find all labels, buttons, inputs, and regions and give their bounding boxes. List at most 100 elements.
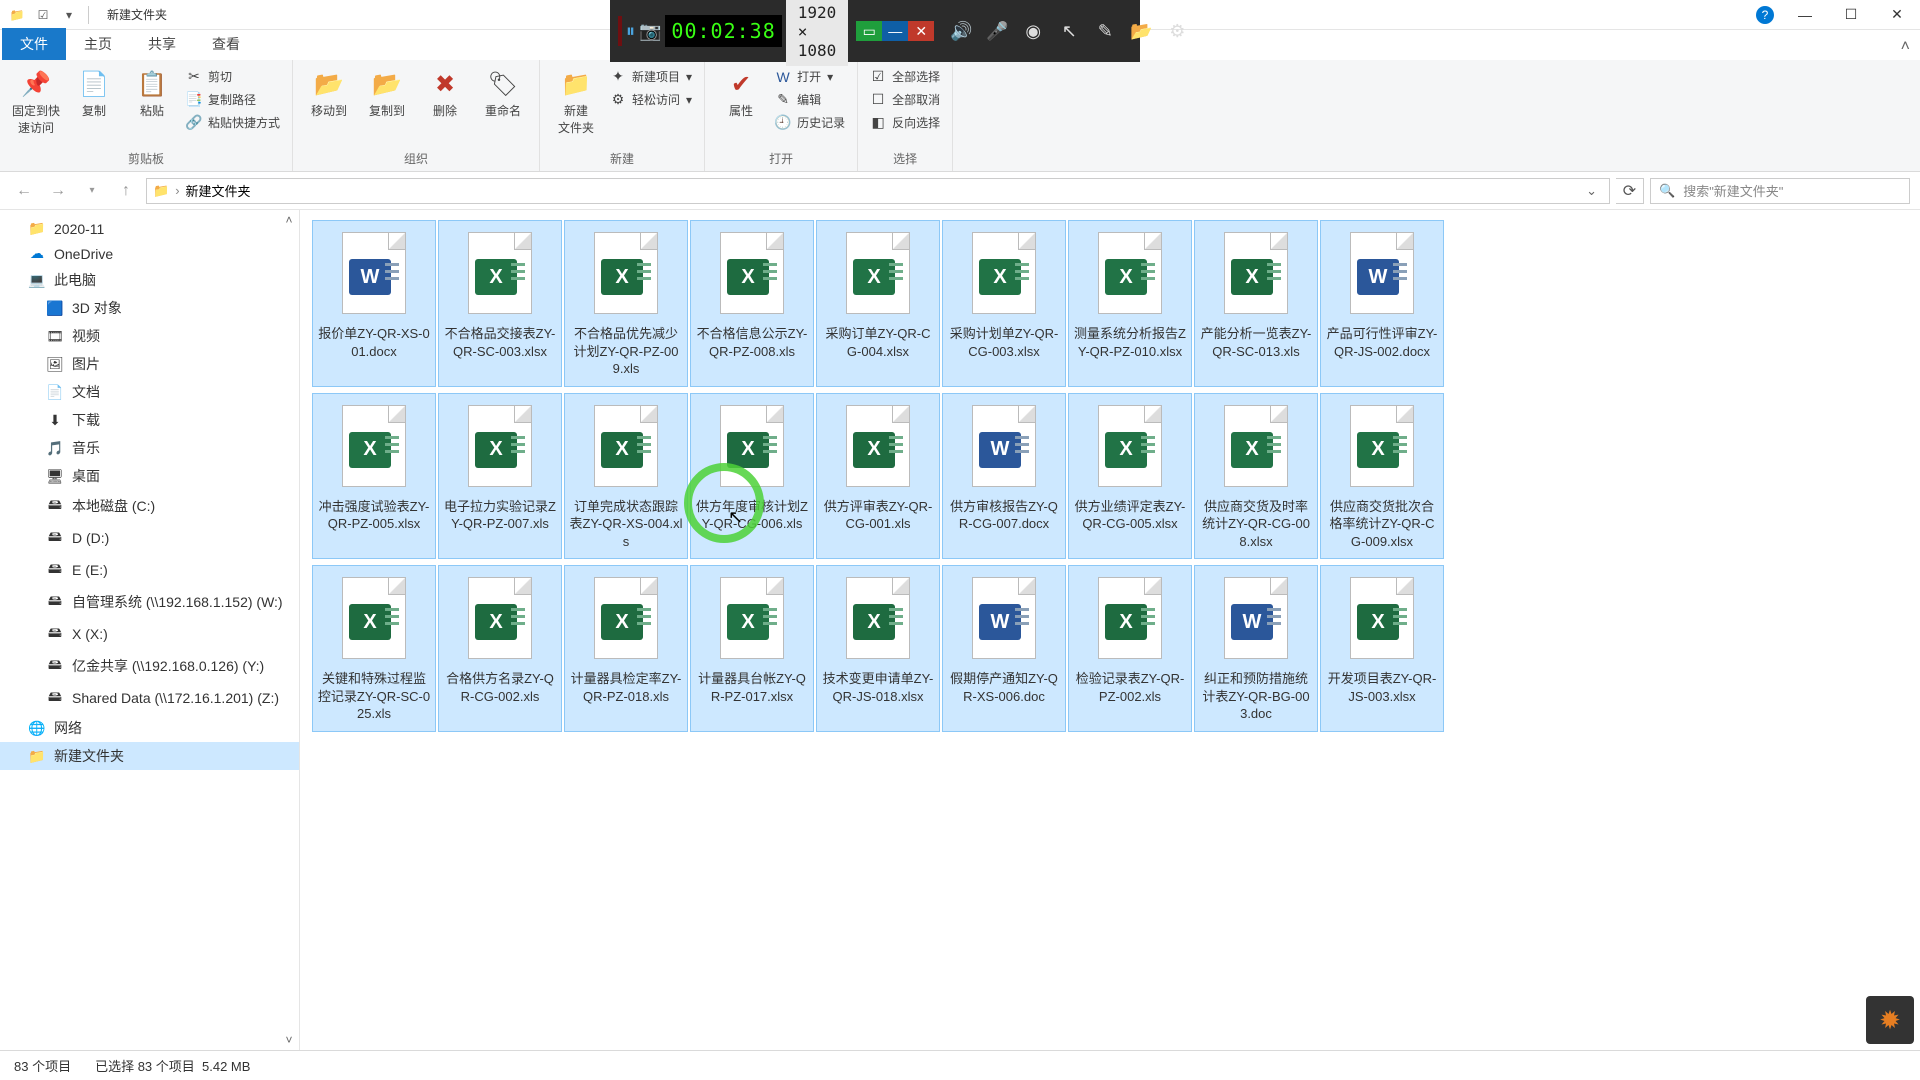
file-item[interactable]: X不合格品优先减少计划ZY-QR-PZ-009.xls [564,220,688,387]
pin-to-quick-access-button[interactable]: 📌固定到快 速访问 [8,64,64,140]
sidebar-item[interactable]: 🖥桌面 [0,462,299,490]
file-item[interactable]: X产能分析一览表ZY-QR-SC-013.xls [1194,220,1318,387]
scroll-down-icon[interactable]: ˅ [281,1032,297,1048]
sidebar-item[interactable]: 🎵音乐 [0,434,299,462]
sidebar-item[interactable]: 🖴Shared Data (\\172.16.1.201) (Z:) [0,682,299,714]
help-icon[interactable]: ? [1756,6,1774,24]
back-button[interactable]: ← [10,177,38,205]
new-item-button[interactable]: ✦新建项目 ▾ [606,66,696,87]
file-list[interactable]: W报价单ZY-QR-XS-001.docxX不合格品交接表ZY-QR-SC-00… [300,210,1920,1050]
tab-home[interactable]: 主页 [66,28,130,60]
file-item[interactable]: X计量器具台帐ZY-QR-PZ-017.xlsx [690,565,814,732]
file-item[interactable]: X开发项目表ZY-QR-JS-003.xlsx [1320,565,1444,732]
open-button[interactable]: W打开 ▾ [771,66,849,87]
search-input[interactable]: 🔍 搜索"新建文件夹" [1650,178,1910,204]
refresh-button[interactable]: ⟳ [1616,178,1644,204]
copy-to-button[interactable]: 📂复制到 [359,64,415,123]
sidebar-item[interactable]: 🖼图片 [0,350,299,378]
recorder-minimize-button[interactable]: ― [882,21,908,41]
gear-icon[interactable]: ⚙ [1160,14,1194,48]
new-folder-button[interactable]: 📁新建 文件夹 [548,64,604,140]
file-item[interactable]: X技术变更申请单ZY-QR-JS-018.xlsx [816,565,940,732]
file-item[interactable]: X计量器具检定率ZY-QR-PZ-018.xls [564,565,688,732]
folder-open-icon[interactable]: 📂 [1124,14,1158,48]
tray-app-icon[interactable]: ✹ [1866,996,1914,1044]
file-item[interactable]: X采购订单ZY-QR-CG-004.xlsx [816,220,940,387]
recorder-maximize-button[interactable]: ▭ [856,21,882,41]
file-item[interactable]: X供方业绩评定表ZY-QR-CG-005.xlsx [1068,393,1192,560]
file-item[interactable]: X供应商交货批次合格率统计ZY-QR-CG-009.xlsx [1320,393,1444,560]
sidebar-item[interactable]: 🖴E (E:) [0,554,299,586]
qat-properties-icon[interactable]: ☑ [32,4,54,26]
breadcrumb-folder[interactable]: 新建文件夹 [186,181,251,200]
move-to-button[interactable]: 📂移动到 [301,64,357,123]
rename-button[interactable]: 🏷重命名 [475,64,531,123]
file-item[interactable]: X供应商交货及时率统计ZY-QR-CG-008.xlsx [1194,393,1318,560]
recorder-close-button[interactable]: ✕ [908,21,934,41]
easy-access-button[interactable]: ⚙轻松访问 ▾ [606,89,696,110]
file-item[interactable]: X电子拉力实验记录ZY-QR-PZ-007.xls [438,393,562,560]
sidebar-item[interactable]: ☁OneDrive [0,241,299,266]
close-button[interactable]: ✕ [1874,0,1920,30]
properties-button[interactable]: ✔属性 [713,64,769,123]
minimize-button[interactable]: ― [1782,0,1828,30]
select-none-button[interactable]: ☐全部取消 [866,89,944,110]
tab-view[interactable]: 查看 [194,28,258,60]
select-all-button[interactable]: ☑全部选择 [866,66,944,87]
forward-button[interactable]: → [44,177,72,205]
file-item[interactable]: X检验记录表ZY-QR-PZ-002.xls [1068,565,1192,732]
file-item[interactable]: X供方年度审核计划ZY-QR-CG-006.xls [690,393,814,560]
delete-button[interactable]: ✖删除 [417,64,473,123]
webcam-icon[interactable]: ◉ [1016,14,1050,48]
tab-share[interactable]: 共享 [130,28,194,60]
recent-locations-button[interactable]: ▾ [78,177,106,205]
file-item[interactable]: W报价单ZY-QR-XS-001.docx [312,220,436,387]
copy-path-button[interactable]: 📑复制路径 [182,89,284,110]
sidebar-item[interactable]: 🎞视频 [0,322,299,350]
edit-button[interactable]: ✎编辑 [771,89,849,110]
qat-dropdown-icon[interactable]: ▾ [58,4,80,26]
file-item[interactable]: W纠正和预防措施统计表ZY-QR-BG-003.doc [1194,565,1318,732]
sidebar-item[interactable]: 📁2020-11 [0,216,299,241]
ribbon-collapse-icon[interactable]: ˄ [1891,34,1920,60]
sidebar-item[interactable]: 🌐网络 [0,714,299,742]
file-item[interactable]: X不合格品交接表ZY-QR-SC-003.xlsx [438,220,562,387]
paste-shortcut-button[interactable]: 🔗粘贴快捷方式 [182,112,284,133]
navigation-pane[interactable]: ˄ 📁2020-11☁OneDrive💻此电脑🟦3D 对象🎞视频🖼图片📄文档⬇下… [0,210,300,1050]
sidebar-item[interactable]: 🟦3D 对象 [0,294,299,322]
chevron-down-icon[interactable]: ⌄ [1580,183,1603,199]
camera-icon[interactable]: 📷 [639,14,661,48]
pause-button[interactable]: ⏸ [626,14,635,48]
record-button[interactable] [618,16,622,46]
sidebar-item[interactable]: 📁新建文件夹 [0,742,299,770]
sidebar-item[interactable]: 💻此电脑 [0,266,299,294]
history-button[interactable]: 🕘历史记录 [771,112,849,133]
file-item[interactable]: X冲击强度试验表ZY-QR-PZ-005.xlsx [312,393,436,560]
sidebar-item[interactable]: 🖴自管理系统 (\\192.168.1.152) (W:) [0,586,299,618]
cut-button[interactable]: ✂剪切 [182,66,284,87]
sidebar-item[interactable]: 🖴D (D:) [0,522,299,554]
scroll-up-icon[interactable]: ˄ [281,212,297,228]
sidebar-item[interactable]: 🖴本地磁盘 (C:) [0,490,299,522]
breadcrumb[interactable]: 📁 › 新建文件夹 ⌄ [146,178,1610,204]
file-item[interactable]: X供方评审表ZY-QR-CG-001.xls [816,393,940,560]
paste-button[interactable]: 📋粘贴 [124,64,180,123]
sidebar-item[interactable]: 🖴X (X:) [0,618,299,650]
file-item[interactable]: W产品可行性评审ZY-QR-JS-002.docx [1320,220,1444,387]
maximize-button[interactable]: ☐ [1828,0,1874,30]
sidebar-item[interactable]: ⬇下载 [0,406,299,434]
file-item[interactable]: X采购计划单ZY-QR-CG-003.xlsx [942,220,1066,387]
up-button[interactable]: ↑ [112,177,140,205]
file-item[interactable]: X测量系统分析报告ZY-QR-PZ-010.xlsx [1068,220,1192,387]
cursor-icon[interactable]: ↖ [1052,14,1086,48]
file-item[interactable]: X合格供方名录ZY-QR-CG-002.xls [438,565,562,732]
tab-file[interactable]: 文件 [2,28,66,60]
file-item[interactable]: X订单完成状态跟踪表ZY-QR-XS-004.xls [564,393,688,560]
file-item[interactable]: X关键和特殊过程监控记录ZY-QR-SC-025.xls [312,565,436,732]
sidebar-item[interactable]: 🖴亿金共享 (\\192.168.0.126) (Y:) [0,650,299,682]
file-item[interactable]: X不合格信息公示ZY-QR-PZ-008.xls [690,220,814,387]
file-item[interactable]: W假期停产通知ZY-QR-XS-006.doc [942,565,1066,732]
pen-icon[interactable]: ✎ [1088,14,1122,48]
mic-icon[interactable]: 🎤 [980,14,1014,48]
audio-icon[interactable]: 🔊 [944,14,978,48]
